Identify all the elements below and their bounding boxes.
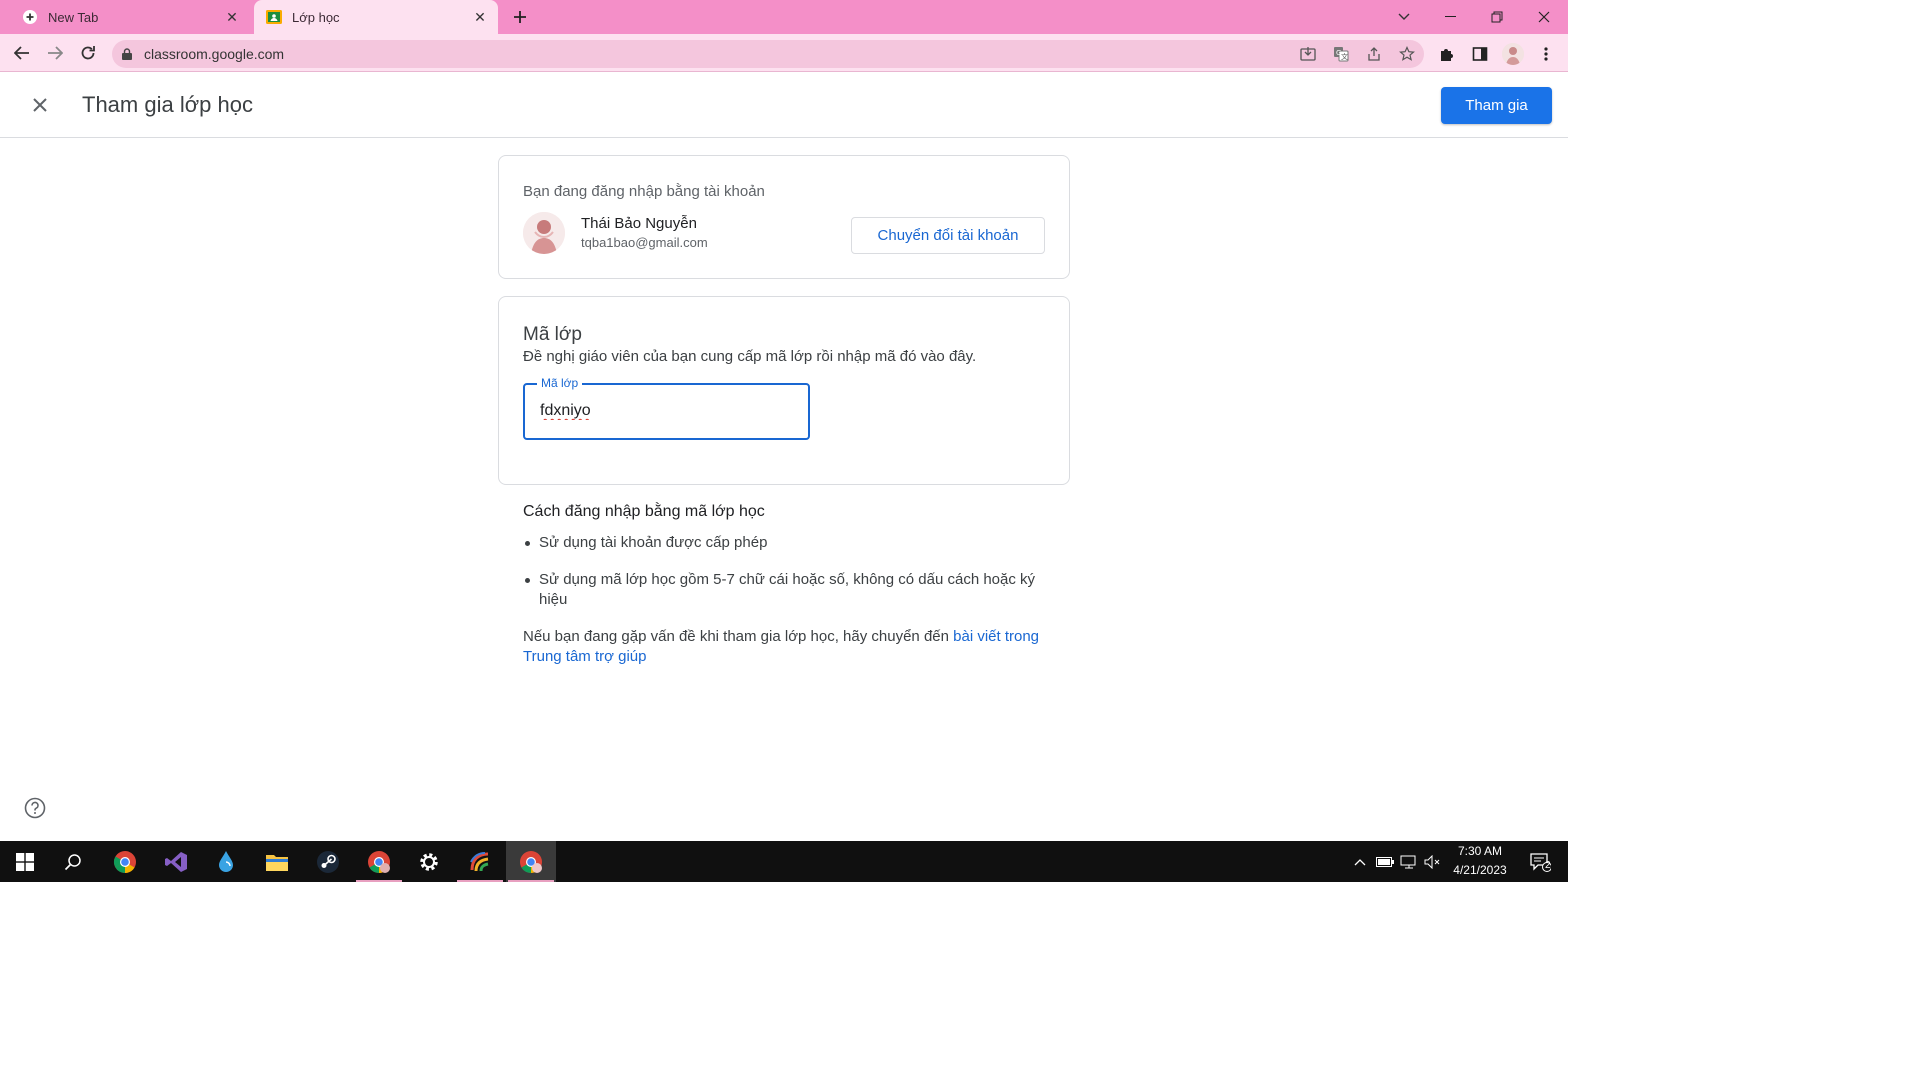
file-explorer-icon[interactable] [252,841,302,882]
chrome-profile-icon[interactable] [354,841,404,882]
tab-strip: New Tab ✕ Lớp học ✕ [0,0,1568,34]
account-name: Thái Bảo Nguyễn [581,215,697,232]
tab-close-icon[interactable]: ✕ [470,7,490,27]
close-icon[interactable] [26,91,54,119]
taskbar-clock[interactable]: 7:30 AM 4/21/2023 [1438,842,1522,880]
account-avatar [523,212,565,254]
notifications-icon[interactable]: 2 [1520,841,1560,882]
reload-button[interactable] [74,39,102,67]
steam-icon[interactable] [303,841,353,882]
extensions-puzzle-icon[interactable] [1437,44,1457,64]
class-code-field-label: Mã lớp [537,376,583,390]
list-item: Sử dụng mã lớp học gồm 5-7 chữ cái hoặc … [523,570,1043,610]
help-footer-text: Nếu bạn đang gặp vấn đề khi tham gia lớp… [523,628,954,645]
help-section: Cách đăng nhập bằng mã lớp học Sử dụng t… [523,503,1043,667]
windows-start-icon[interactable] [0,841,50,882]
class-code-description: Đề nghị giáo viên của bạn cung cấp mã lớ… [523,348,977,365]
restore-button[interactable] [1474,0,1520,34]
profile-avatar-icon[interactable] [1502,43,1524,65]
help-footer: Nếu bạn đang gặp vấn đề khi tham gia lớp… [523,627,1043,667]
notification-count: 2 [1545,860,1551,871]
list-item: Sử dụng tài khoản được cấp phép [523,533,1043,553]
url-text: classroom.google.com [144,46,285,62]
account-heading: Bạn đang đăng nhập bằng tài khoản [523,183,765,200]
join-button[interactable]: Tham gia [1441,87,1552,124]
forward-button[interactable] [41,39,69,67]
svg-text:文: 文 [1341,52,1348,61]
google-classroom-icon [266,9,282,25]
colorful-app-icon[interactable] [455,841,505,882]
clock-date: 4/21/2023 [1453,863,1507,877]
back-button[interactable] [8,39,36,67]
class-code-field[interactable]: Mã lớp [523,376,810,440]
help-heading: Cách đăng nhập bằng mã lớp học [523,503,765,520]
translate-icon[interactable]: 文G [1331,44,1351,64]
account-card: Bạn đang đăng nhập bằng tài khoản Thái B… [498,155,1070,279]
windows-taskbar: 2 [0,841,1568,882]
tab-lop-hoc[interactable]: Lớp học ✕ [254,0,498,34]
show-hidden-icons-icon[interactable] [1350,841,1370,882]
lock-icon [122,48,132,60]
chrome-active-icon[interactable] [506,841,556,882]
address-bar[interactable]: classroom.google.com [112,40,1424,68]
visual-studio-icon[interactable] [151,841,201,882]
class-code-input[interactable] [540,402,790,420]
drop-app-icon[interactable] [201,841,251,882]
help-icon[interactable] [23,796,47,820]
page-header: Tham gia lớp học Tham gia [0,72,1568,138]
page-title: Tham gia lớp học [82,92,253,117]
chrome-icon[interactable] [100,841,150,882]
close-window-button[interactable] [1521,0,1567,34]
chrome-menu-icon[interactable] [1536,44,1556,64]
class-code-title: Mã lớp [523,324,582,345]
account-email: tqba1bao@gmail.com [581,235,708,250]
tab-new-tab[interactable]: New Tab ✕ [10,0,250,34]
switch-account-button[interactable]: Chuyển đổi tài khoản [851,217,1045,254]
bookmark-star-icon[interactable] [1397,44,1417,64]
minimize-button[interactable] [1427,0,1473,34]
new-tab-button[interactable] [507,5,533,29]
plus-circle-icon [22,9,38,25]
help-list: Sử dụng tài khoản được cấp phép Sử dụng … [523,533,1043,610]
tab-title: Lớp học [292,9,340,25]
settings-gear-icon[interactable] [404,841,454,882]
tab-title: New Tab [48,9,99,25]
tab-close-icon[interactable]: ✕ [222,7,242,27]
network-icon[interactable] [1398,841,1420,882]
tab-search-icon[interactable] [1381,0,1427,34]
install-app-icon[interactable] [1298,44,1318,64]
battery-icon[interactable] [1374,841,1396,882]
search-icon[interactable] [48,841,98,882]
side-panel-icon[interactable] [1470,44,1490,64]
clock-time: 7:30 AM [1457,844,1503,858]
share-icon[interactable] [1364,44,1384,64]
svg-text:G: G [1336,49,1341,57]
class-code-card: Mã lớp Đề nghị giáo viên của bạn cung cấ… [498,296,1070,485]
